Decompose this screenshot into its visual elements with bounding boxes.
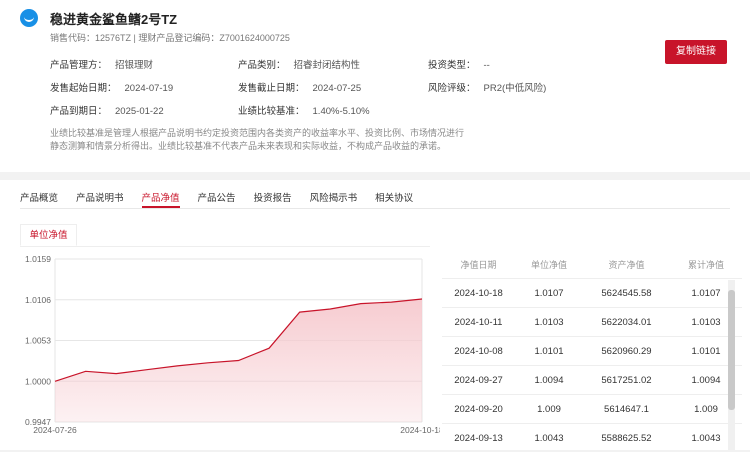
table-scrollbar[interactable] [728, 280, 735, 450]
tab-overview[interactable]: 产品概览 [20, 190, 58, 208]
table-row: 2024-10-08 1.0101 5620960.29 1.0101 [442, 336, 742, 365]
table-cell: 5588625.52 [601, 432, 652, 444]
nav-point [421, 297, 424, 300]
nav-point [359, 302, 362, 305]
y-tick-label: 1.0000 [25, 376, 51, 386]
x-tick-label: 2024-07-26 [33, 425, 77, 435]
nav-point [145, 368, 148, 371]
y-tick-label: 1.0106 [25, 295, 51, 305]
field-manager: 产品管理方： 招银理财 [50, 60, 154, 71]
table-row: 2024-09-13 1.0043 5588625.52 1.0043 [442, 423, 742, 452]
table-row: 2024-10-11 1.0103 5622034.01 1.0103 [442, 307, 742, 336]
table-cell: 5620960.29 [601, 345, 652, 357]
subtab-divider [20, 246, 430, 247]
product-header-card: 稳进黄金鲨鱼鳍2号TZ 销售代码：12576TZ | 理财产品登记编码：Z700… [0, 0, 750, 172]
table-cell: 2024-09-27 [454, 374, 503, 386]
benchmark-description: 业绩比较基准是管理人根据产品说明书约定投资范围内各类资产的收益率水平、投资比例、… [50, 128, 465, 151]
field-maturity: 产品到期日： 2025-01-22 [50, 106, 164, 117]
tab-reports[interactable]: 投资报告 [254, 190, 292, 208]
y-tick-label: 1.0053 [25, 336, 51, 346]
nav-table: 净值日期 单位净值 资产净值 累计净值 2024-10-18 1.0107 5624… [442, 250, 742, 452]
tab-risk-disclosure[interactable]: 风险揭示书 [310, 190, 358, 208]
table-cell: 1.0103 [534, 316, 564, 328]
nav-point [115, 372, 118, 375]
table-cell: 5614647.1 [604, 403, 649, 415]
nav-point [329, 307, 332, 310]
nav-point [176, 364, 179, 367]
nav-chart: 1.01591.01061.00531.00000.99472024-07-26… [25, 254, 440, 435]
subtab-unit-nav[interactable]: 单位净值 [20, 224, 77, 246]
nav-point [298, 311, 301, 314]
tab-announcements[interactable]: 产品公告 [198, 190, 236, 208]
table-cell: 5622034.01 [601, 316, 652, 328]
field-sale-start: 发售起始日期： 2024-07-19 [50, 83, 174, 94]
table-cell: 1.009 [537, 403, 561, 415]
nav-point [390, 301, 393, 304]
product-title: 稳进黄金鲨鱼鳍2号TZ [50, 12, 178, 27]
table-cell: 1.0094 [534, 374, 564, 386]
product-detail-card: 产品概览 产品说明书 产品净值 产品公告 投资报告 风险揭示书 相关协议 单位净… [0, 180, 750, 450]
tab-agreements[interactable]: 相关协议 [375, 190, 413, 208]
table-header: 净值日期 单位净值 资产净值 累计净值 [442, 250, 742, 278]
field-sale-end: 发售截止日期： 2024-07-25 [238, 83, 362, 94]
nav-point [206, 361, 209, 364]
product-codes: 销售代码：12576TZ | 理财产品登记编码：Z7001624000725 [50, 33, 290, 43]
bank-logo-icon [20, 9, 38, 27]
tab-bar: 产品概览 产品说明书 产品净值 产品公告 投资报告 风险揭示书 相关协议 [20, 190, 431, 208]
field-invest-type: 投资类型： -- [428, 60, 490, 71]
table-cell: 5624545.58 [601, 287, 652, 299]
header-cum-nav: 累计净值 [687, 259, 724, 270]
header-asset-nav: 资产净值 [608, 259, 645, 270]
x-tick-label: 2024-10-18 [400, 425, 440, 435]
table-cell: 1.0101 [534, 345, 564, 357]
tab-nav[interactable]: 产品净值 [141, 190, 180, 208]
table-cell: 2024-10-18 [454, 287, 503, 299]
table-cell: 2024-09-13 [454, 432, 503, 444]
table-row: 2024-09-27 1.0094 5617251.02 1.0094 [442, 365, 742, 394]
table-cell: 1.0107 [534, 287, 564, 299]
nav-point [54, 380, 57, 383]
nav-point [268, 347, 271, 350]
table-cell: 5617251.02 [601, 374, 652, 386]
field-risk-rating: 风险评级： PR2(中低风险) [428, 83, 547, 94]
header-unit-nav: 单位净值 [530, 259, 567, 270]
scrollbar-thumb[interactable] [728, 290, 735, 410]
copy-link-button[interactable]: 复制链接 [665, 40, 727, 64]
tab-divider [20, 208, 730, 209]
tab-prospectus[interactable]: 产品说明书 [76, 190, 124, 208]
table-row: 2024-09-20 1.009 5614647.1 1.009 [442, 394, 742, 423]
table-cell: 2024-10-11 [454, 316, 503, 328]
y-tick-label: 1.0159 [25, 254, 51, 264]
header-date: 净值日期 [460, 259, 497, 270]
nav-point [84, 370, 87, 373]
nav-point [237, 359, 240, 362]
field-category: 产品类别： 招睿封闭结构性 [238, 60, 361, 71]
table-cell: 2024-09-20 [454, 403, 503, 415]
table-row: 2024-10-18 1.0107 5624545.58 1.0107 [442, 278, 742, 307]
field-benchmark: 业绩比较基准： 1.40%-5.10% [238, 106, 370, 117]
table-body: 2024-10-18 1.0107 5624545.58 1.0107 2024-10-… [442, 278, 742, 452]
table-cell: 2024-10-08 [454, 345, 503, 357]
table-cell: 1.0043 [534, 432, 564, 444]
